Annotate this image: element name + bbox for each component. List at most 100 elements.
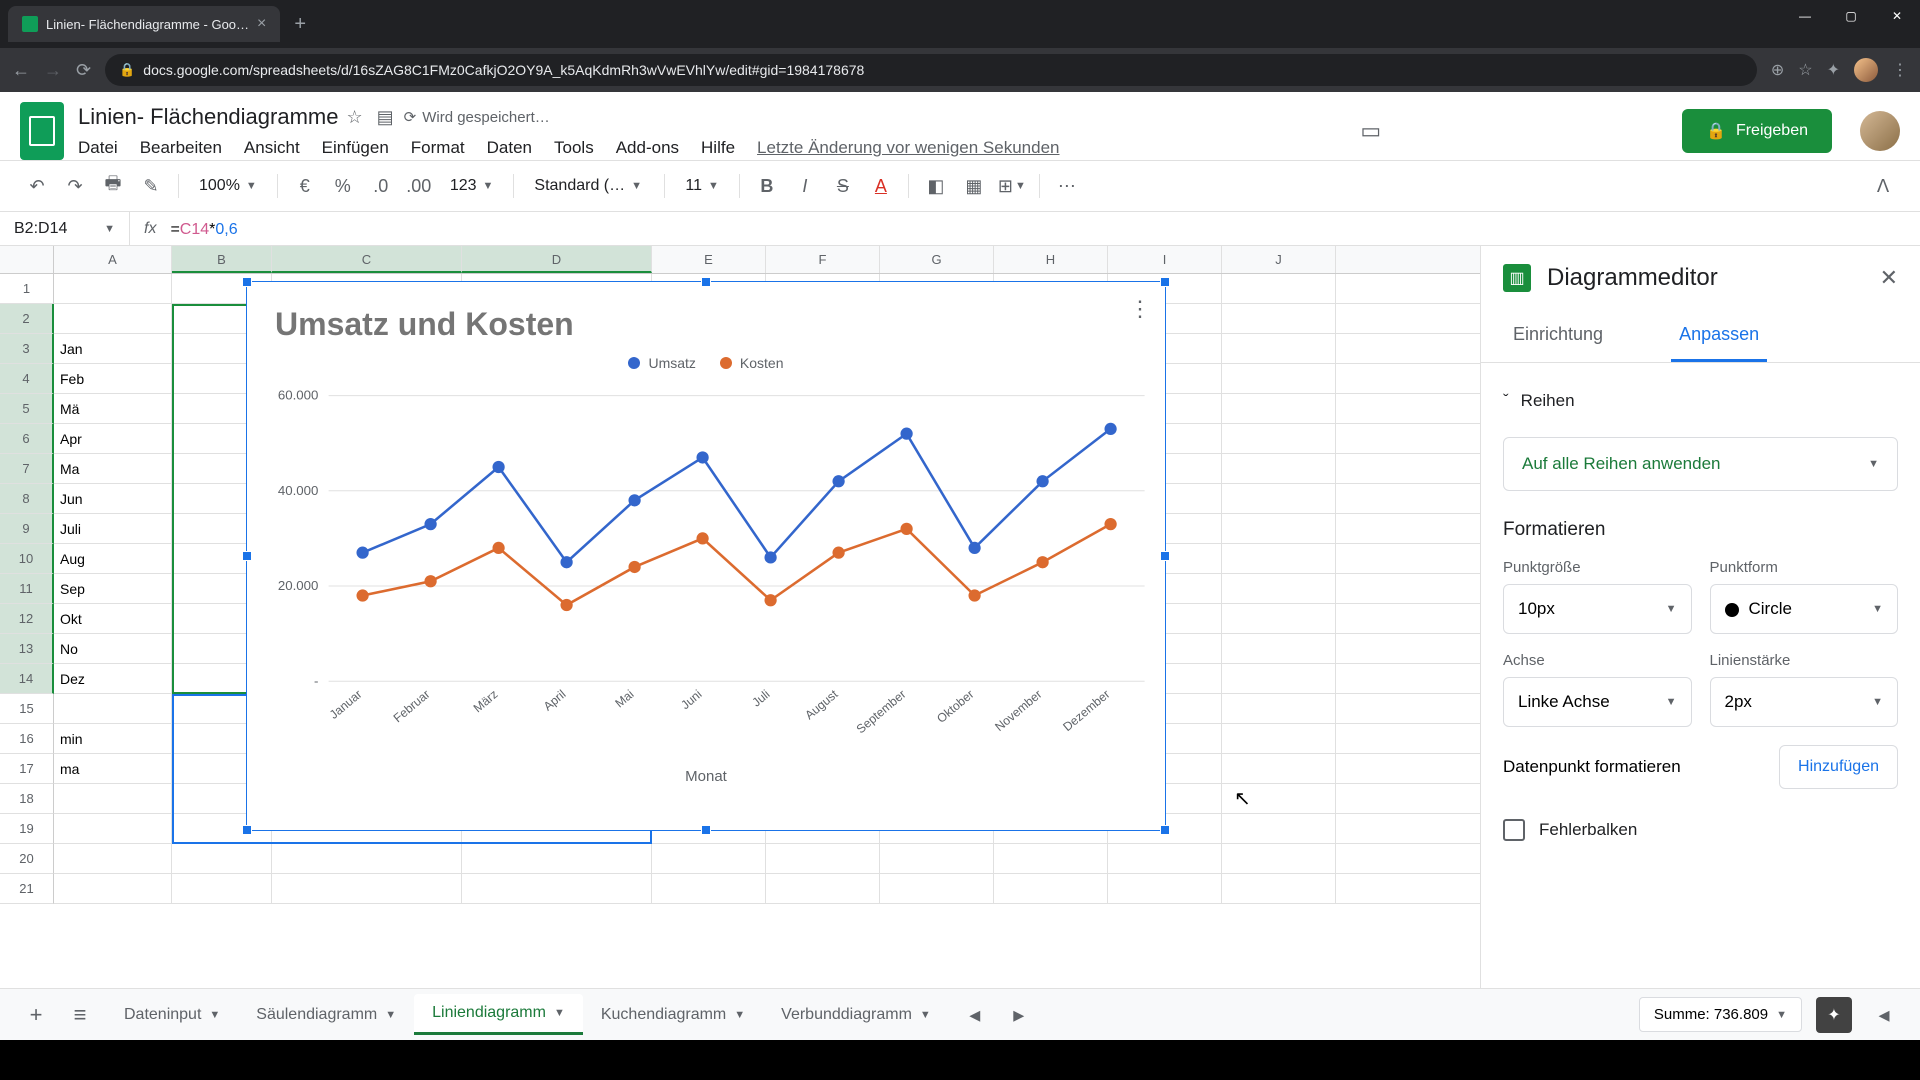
formula-input[interactable]: =C14*0,6 <box>170 219 237 239</box>
spreadsheet-grid[interactable]: ABCDEFGHIJ 12345678910111213141516171819… <box>0 246 1480 988</box>
resize-handle[interactable] <box>701 277 711 287</box>
resize-handle[interactable] <box>1160 825 1170 835</box>
section-series[interactable]: ˇ Reihen <box>1503 383 1898 419</box>
dec-increase-button[interactable]: .00 <box>402 169 436 203</box>
minimize-button[interactable]: — <box>1782 0 1828 32</box>
legend-dot-icon <box>720 357 732 369</box>
print-button[interactable]: 🖶 <box>96 169 130 203</box>
menu-format[interactable]: Format <box>411 138 465 158</box>
sheet-tab[interactable]: Dateninput ▼ <box>106 994 238 1035</box>
side-panel-toggle[interactable]: ◂ <box>1866 997 1902 1033</box>
font-select[interactable]: Standard (…▼ <box>524 173 654 199</box>
resize-handle[interactable] <box>701 825 711 835</box>
resize-handle[interactable] <box>242 825 252 835</box>
os-taskbar <box>0 1040 1920 1080</box>
merge-button[interactable]: ⊞▼ <box>995 169 1029 203</box>
close-window-button[interactable]: ✕ <box>1874 0 1920 32</box>
menu-file[interactable]: Datei <box>78 138 118 158</box>
browser-tab[interactable]: Linien- Flächendiagramme - Goo… × <box>8 6 280 42</box>
strike-button[interactable]: S <box>826 169 860 203</box>
menu-addons[interactable]: Add-ons <box>616 138 679 158</box>
lock-share-icon: 🔒 <box>1706 121 1726 141</box>
all-sheets-button[interactable]: ≡ <box>62 997 98 1033</box>
forward-button[interactable]: → <box>44 60 62 81</box>
menu-help[interactable]: Hilfe <box>701 138 735 158</box>
document-title[interactable]: Linien- Flächendiagramme <box>78 104 338 130</box>
undo-button[interactable]: ↶ <box>20 169 54 203</box>
resize-handle[interactable] <box>242 551 252 561</box>
menu-edit[interactable]: Bearbeiten <box>140 138 222 158</box>
number-format-select[interactable]: 123▼ <box>440 173 504 199</box>
menu-view[interactable]: Ansicht <box>244 138 300 158</box>
resize-handle[interactable] <box>1160 277 1170 287</box>
italic-button[interactable]: I <box>788 169 822 203</box>
sheet-tab[interactable]: Liniendiagramm ▼ <box>414 994 583 1035</box>
new-tab-button[interactable]: + <box>294 13 306 36</box>
more-button[interactable]: ⋯ <box>1050 169 1084 203</box>
point-size-select[interactable]: 10px▼ <box>1503 584 1692 634</box>
paint-format-button[interactable]: ✎ <box>134 169 168 203</box>
redo-button[interactable]: ↷ <box>58 169 92 203</box>
sheet-tab[interactable]: Kuchendiagramm ▼ <box>583 994 763 1035</box>
bookmark-icon[interactable]: ☆ <box>1798 60 1812 80</box>
bold-button[interactable]: B <box>750 169 784 203</box>
mouse-cursor-icon: ↖ <box>1234 786 1251 811</box>
dec-decrease-button[interactable]: .0 <box>364 169 398 203</box>
close-tab-icon[interactable]: × <box>257 15 266 33</box>
share-button[interactable]: 🔒 Freigeben <box>1682 109 1832 153</box>
collapse-toolbar-button[interactable]: ᐱ <box>1866 169 1900 203</box>
close-panel-button[interactable]: ✕ <box>1880 265 1898 291</box>
scroll-tabs-left[interactable]: ◂ <box>957 997 993 1033</box>
resize-handle[interactable] <box>242 277 252 287</box>
svg-text:August: August <box>802 687 841 723</box>
move-icon[interactable]: ▤ <box>377 107 394 128</box>
scroll-tabs-right[interactable]: ▸ <box>1001 997 1037 1033</box>
zoom-select[interactable]: 100%▼ <box>189 173 267 199</box>
currency-button[interactable]: € <box>288 169 322 203</box>
sheet-tab[interactable]: Verbunddiagramm ▼ <box>763 994 949 1035</box>
apply-all-select[interactable]: Auf alle Reihen anwenden▼ <box>1503 437 1898 491</box>
reload-button[interactable]: ⟳ <box>76 60 91 81</box>
menu-data[interactable]: Daten <box>487 138 532 158</box>
percent-button[interactable]: % <box>326 169 360 203</box>
sheets-logo-icon[interactable] <box>20 102 64 160</box>
axis-select[interactable]: Linke Achse▼ <box>1503 677 1692 727</box>
point-shape-select[interactable]: Circle▼ <box>1710 584 1899 634</box>
chart-menu-icon[interactable]: ⋮ <box>1129 296 1151 322</box>
account-avatar[interactable] <box>1860 111 1900 151</box>
menu-insert[interactable]: Einfügen <box>322 138 389 158</box>
add-datapoint-button[interactable]: Hinzufügen <box>1779 745 1898 789</box>
name-box[interactable]: B2:D14▼ <box>0 212 130 245</box>
resize-handle[interactable] <box>1160 551 1170 561</box>
saving-status: ⟳ Wird gespeichert… <box>404 108 550 126</box>
extensions-icon[interactable]: ✦ <box>1827 60 1840 80</box>
tab-setup[interactable]: Einrichtung <box>1505 310 1611 362</box>
last-edit-link[interactable]: Letzte Änderung vor wenigen Sekunden <box>757 138 1059 158</box>
browser-menu-icon[interactable]: ⋮ <box>1892 60 1908 80</box>
explore-button[interactable]: ✦ <box>1816 997 1852 1033</box>
text-color-button[interactable]: A <box>864 169 898 203</box>
chart-editor-panel: ▥ Diagrammeditor ✕ Einrichtung Anpassen … <box>1480 246 1920 988</box>
menu-tools[interactable]: Tools <box>554 138 594 158</box>
tab-customize[interactable]: Anpassen <box>1671 310 1767 362</box>
add-sheet-button[interactable]: + <box>18 997 54 1033</box>
fill-color-button[interactable]: ◧ <box>919 169 953 203</box>
address-bar[interactable]: 🔒 docs.google.com/spreadsheets/d/16sZAG8… <box>105 54 1757 86</box>
star-icon[interactable]: ☆ <box>346 107 362 128</box>
chart-plot-area[interactable]: -20.00040.00060.000JanuarFebruarMärzApri… <box>247 379 1165 759</box>
comments-button[interactable]: ▭ <box>1350 110 1392 152</box>
svg-text:20.000: 20.000 <box>278 578 319 593</box>
font-size-select[interactable]: 11▼ <box>675 173 729 199</box>
zoom-icon[interactable]: ⊕ <box>1771 60 1784 80</box>
quicksum-display[interactable]: Summe: 736.809▼ <box>1639 997 1802 1032</box>
error-bars-checkbox[interactable]: Fehlerbalken <box>1503 819 1898 841</box>
borders-button[interactable]: ▦ <box>957 169 991 203</box>
back-button[interactable]: ← <box>12 60 30 81</box>
sheet-tab[interactable]: Säulendiagramm ▼ <box>238 994 414 1035</box>
embedded-chart[interactable]: ⋮ Umsatz und Kosten Umsatz Kosten -20.00… <box>246 281 1166 831</box>
maximize-button[interactable]: ▢ <box>1828 0 1874 32</box>
svg-text:-: - <box>314 673 318 688</box>
line-width-select[interactable]: 2px▼ <box>1710 677 1899 727</box>
chart-title[interactable]: Umsatz und Kosten <box>247 282 1165 351</box>
browser-profile-avatar[interactable] <box>1854 58 1878 82</box>
